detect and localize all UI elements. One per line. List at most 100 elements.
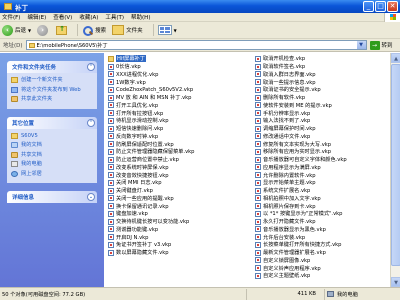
toolbar-divider: [77, 24, 79, 36]
file-item[interactable]: 音乐播放器显示为黑色.vkp: [255, 226, 388, 234]
chevron-down-icon: ▼: [173, 27, 177, 33]
share-folder-link[interactable]: 共享此文件夹: [11, 96, 93, 103]
file-item[interactable]: 系统文件扩展名.vkp: [255, 187, 388, 195]
place-link-my-documents[interactable]: 我的文档: [11, 142, 93, 149]
panel-title: 详细信息: [12, 195, 35, 201]
vkp-file-icon: [255, 241, 261, 248]
forward-button[interactable]: ›: [37, 24, 50, 36]
file-item[interactable]: 反向数字时钟.vkp: [108, 133, 242, 141]
minimize-button[interactable]: _: [363, 1, 374, 12]
file-item[interactable]: 允许删除内置软件.vkp: [255, 171, 388, 179]
file-item[interactable]: 防止文件管理器隐藏保留菜单.vkp: [108, 148, 242, 156]
publish-web-link[interactable]: 将这个文件夹发布到 Web: [11, 86, 93, 94]
file-item[interactable]: 取消开机检查.vkp: [255, 55, 388, 63]
file-item[interactable]: 自定义铃声应用程序.vkp: [255, 264, 388, 272]
collapse-icon[interactable]: ⌃: [87, 63, 95, 71]
place-link-s60v5[interactable]: S60V5: [11, 132, 93, 140]
file-item[interactable]: 手机分辨率显示.vkp: [255, 109, 388, 117]
search-button[interactable]: 搜索: [82, 25, 106, 36]
close-button[interactable]: ✕: [387, 1, 398, 12]
file-item[interactable]: 长按菜单键打开所有快捷方式.vkp: [255, 241, 388, 249]
vkp-file-icon: [255, 257, 261, 264]
file-item[interactable]: 交换待机键长按可以变功能.vkp: [108, 218, 242, 226]
file-item[interactable]: 换卡保留通讯记录.vkp: [108, 202, 242, 210]
file-item[interactable]: 删除所有软件.vkp: [255, 94, 388, 102]
menu-favorites[interactable]: 收藏(A): [79, 13, 98, 21]
place-link-network[interactable]: 网上邻居: [11, 170, 93, 178]
file-item[interactable]: 免证书开签补丁 v3.vkp: [108, 241, 242, 249]
folders-button[interactable]: 文件夹: [112, 25, 143, 35]
file-item[interactable]: 自定义锁屏图像.vkp: [255, 257, 388, 265]
file-item[interactable]: 关闭一些应用的提醒.vkp: [108, 195, 242, 203]
menu-view[interactable]: 查看(V): [53, 13, 72, 21]
scroll-up-button[interactable]: ▲: [391, 53, 400, 63]
scroll-down-button[interactable]: ▼: [391, 277, 400, 287]
file-item[interactable]: 打开工具优化.vkp: [108, 102, 242, 110]
file-item[interactable]: 取消入群日志界面.vkp: [255, 71, 388, 79]
file-item[interactable]: 键盘加速.vkp: [108, 210, 242, 218]
windows-logo-icon: [384, 13, 400, 22]
file-item[interactable]: 1W数字.vkp: [108, 78, 242, 86]
file-item[interactable]: 应用程序显示为满屏.vkp: [255, 164, 388, 172]
maximize-button[interactable]: □: [375, 1, 386, 12]
file-item[interactable]: 永久打开隐藏文件.vkp: [255, 218, 388, 226]
file-item[interactable]: 防刷屏保适配时位置.vkp: [108, 140, 242, 148]
file-item[interactable]: 音乐播放器可自定义字体和颜色.vkp: [255, 156, 388, 164]
file-item[interactable]: 关闭 MMI 日志.vkp: [108, 179, 242, 187]
file-item[interactable]: 待机显示滑动控制.vkp: [108, 117, 242, 125]
file-item[interactable]: 修复所有文本实现为大写.vkp: [255, 140, 388, 148]
file-item[interactable]: 显示开始菜单主题.vkp: [255, 179, 388, 187]
file-item[interactable]: 0长信.vkp: [108, 63, 242, 71]
file-item[interactable]: 取消软件签名.vkp: [255, 63, 388, 71]
place-link-my-computer[interactable]: 我的电脑: [11, 161, 93, 168]
file-item[interactable]: CodeZhoxPatch_S60v5V2.vkp: [108, 86, 242, 94]
file-item[interactable]: 最新文件管理器扩展名.vkp: [255, 249, 388, 257]
file-name: 防止运营商位置中禁止.vkp: [116, 157, 179, 164]
file-item[interactable]: 关闭键盘灯.vkp: [108, 187, 242, 195]
file-item[interactable]: 短信快速删除问.vkp: [108, 125, 242, 133]
file-name: 取消软件签名.vkp: [263, 64, 306, 71]
go-button[interactable]: → 转到: [369, 40, 393, 50]
file-item[interactable]: 测谎器功能键.vkp: [108, 226, 242, 234]
up-folder-button[interactable]: [56, 25, 68, 35]
collapse-icon[interactable]: ⌃: [87, 118, 95, 127]
vkp-file-icon: [255, 195, 261, 202]
file-item[interactable]: 取消一些提示信息.vkp: [255, 78, 388, 86]
file-item[interactable]: 调缩屏幕保护时间.vkp: [255, 125, 388, 133]
file-item[interactable]: 移除所有应用为实时显示.vkp: [255, 148, 388, 156]
new-folder-link[interactable]: 创建一个新文件夹: [11, 77, 93, 84]
folder-item[interactable]: Hif屏幕补丁: [108, 55, 242, 63]
menu-tools[interactable]: 工具(T): [105, 13, 124, 21]
menu-help[interactable]: 帮助(H): [131, 13, 150, 21]
vertical-scrollbar[interactable]: ▲ ▼: [390, 53, 400, 287]
file-item[interactable]: 数以屏幕隐藏文件.vkp: [108, 249, 242, 257]
file-item[interactable]: XXX进程优化.vkp: [108, 71, 242, 79]
file-tasks-header[interactable]: 文件和文件夹任务 ⌃: [7, 61, 97, 73]
chevron-down-icon[interactable]: ▼: [356, 41, 366, 49]
address-input[interactable]: E:\mobilePhone\S60V5\补丁 ▼: [25, 40, 367, 50]
file-item[interactable]: 防止运营商位置中禁止.vkp: [108, 156, 242, 164]
scroll-thumb[interactable]: [391, 64, 400, 266]
file-item[interactable]: 自定义主题壁纸.vkp: [255, 272, 388, 280]
views-button[interactable]: ▼: [157, 25, 177, 35]
file-item[interactable]: 以 *1* 按键显示为"正常模式".vkp: [255, 210, 388, 218]
file-item[interactable]: 允许后台安装.vkp: [255, 233, 388, 241]
details-header[interactable]: 详细信息 ⌄: [7, 191, 97, 203]
file-item[interactable]: 使软件安装到 ME 的提示.vkp: [255, 102, 388, 110]
file-item[interactable]: 相机拍照中加入文字.vkp: [255, 195, 388, 203]
file-item[interactable]: 相机照片保存到卡.vkp: [255, 202, 388, 210]
back-button[interactable]: ‹ 后退 ▼: [2, 24, 31, 36]
file-item[interactable]: 修改通话中文件.vkp: [255, 133, 388, 141]
other-places-header[interactable]: 其它位置 ⌃: [7, 116, 97, 129]
place-link-shared-documents[interactable]: 共享文档: [11, 151, 93, 159]
file-item[interactable]: 输入法找不到了.vkp: [255, 117, 388, 125]
file-item[interactable]: MV 放 和 AIN 和 MSN 补丁.vkp: [108, 94, 242, 102]
menu-file[interactable]: 文件(F): [2, 13, 20, 21]
file-item[interactable]: 改变系统时钟屏保.vkp: [108, 164, 242, 172]
file-item[interactable]: 开启DJ N.vkp: [108, 233, 242, 241]
file-item[interactable]: 改变音效快捷按钮.vkp: [108, 171, 242, 179]
menu-edit[interactable]: 编辑(E): [27, 13, 46, 21]
file-item[interactable]: 打开所有拉按钮.vkp: [108, 109, 242, 117]
file-item[interactable]: 取消证书的安全提示.vkp: [255, 86, 388, 94]
expand-icon[interactable]: ⌄: [87, 193, 95, 201]
